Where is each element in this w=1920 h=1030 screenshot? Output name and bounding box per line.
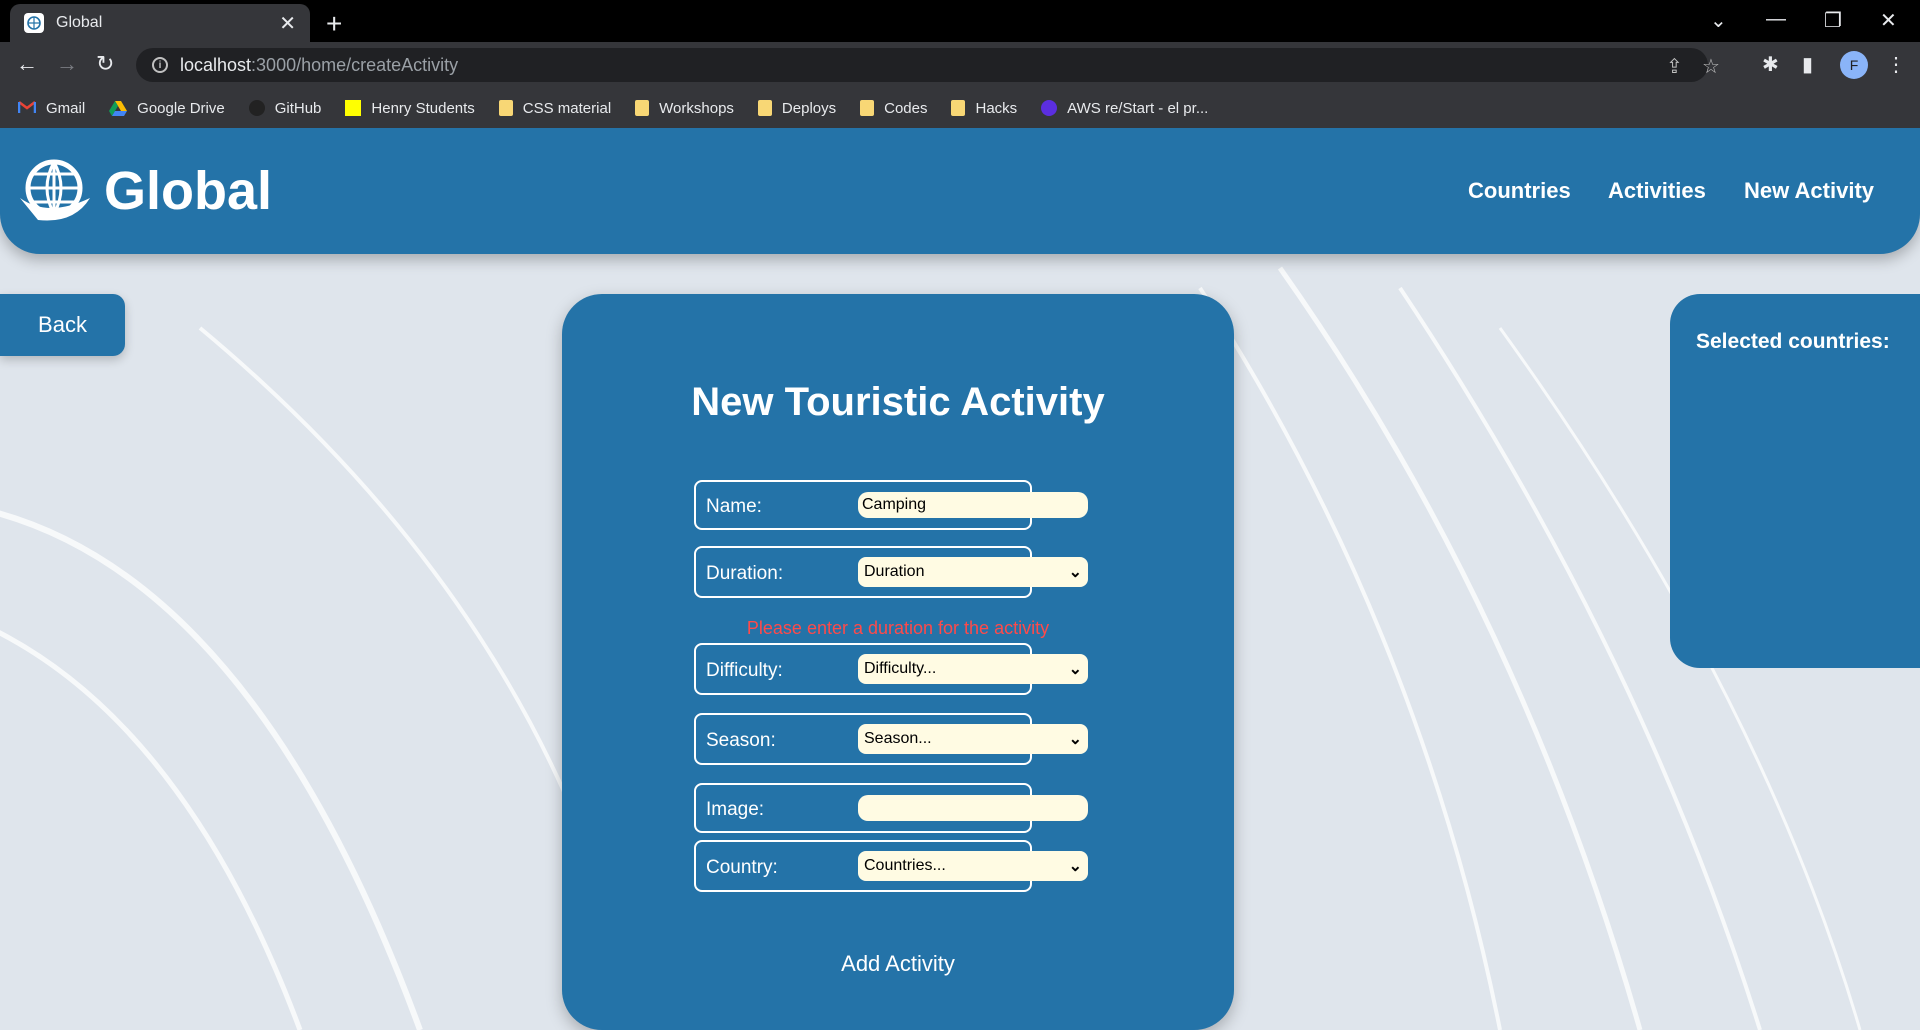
folder-icon [757, 100, 772, 116]
country-select-value: Countries... [864, 857, 946, 874]
henry-icon [345, 100, 362, 116]
star-icon[interactable]: ☆ [1702, 54, 1720, 79]
duration-select[interactable]: Duration ⌄ [858, 557, 1088, 587]
close-tab-icon[interactable]: ✕ [279, 11, 296, 36]
duration-select-value: Duration [864, 563, 925, 580]
bookmark-gmail[interactable]: Gmail [17, 100, 85, 117]
url-host: localhost [180, 54, 252, 75]
difficulty-field: Difficulty: Difficulty... ⌄ [694, 643, 1088, 695]
folder-icon [951, 100, 966, 116]
activity-form-card: New Touristic Activity Name: Camping Dur… [562, 294, 1234, 1030]
name-input[interactable]: Camping [858, 492, 1088, 518]
bookmark-henry-students[interactable]: Henry Students [345, 100, 475, 117]
bookmark-workshops[interactable]: Workshops [635, 100, 734, 117]
difficulty-select[interactable]: Difficulty... ⌄ [858, 654, 1088, 684]
season-select-value: Season... [864, 730, 932, 747]
google-drive-icon [109, 100, 128, 116]
season-label: Season: [706, 730, 776, 751]
tab-title: Global [56, 14, 103, 31]
duration-field: Duration: Duration ⌄ [694, 546, 1088, 598]
country-field: Country: Countries... ⌄ [694, 840, 1088, 892]
tab-search-icon[interactable]: ⌄ [1710, 8, 1727, 33]
nav-countries[interactable]: Countries [1468, 178, 1571, 204]
restore-icon[interactable]: ❐ [1824, 8, 1842, 33]
season-field: Season: Season... ⌄ [694, 713, 1088, 765]
nav-new-activity[interactable]: New Activity [1744, 178, 1874, 204]
globe-favicon-icon [24, 13, 44, 33]
bookmark-aws-restart[interactable]: AWS re/Start - el pr... [1041, 100, 1208, 117]
season-select[interactable]: Season... ⌄ [858, 724, 1088, 754]
add-activity-button[interactable]: Add Activity [798, 944, 998, 984]
page-content: Global Countries Activities New Activity… [0, 128, 1920, 1030]
new-tab-icon[interactable]: + [326, 8, 342, 40]
chevron-down-icon: ⌄ [1068, 858, 1082, 875]
name-field: Name: Camping [694, 480, 1088, 530]
url-path: :3000/home/createActivity [251, 54, 459, 75]
country-select[interactable]: Countries... ⌄ [858, 851, 1088, 881]
aws-icon [1041, 100, 1058, 116]
github-icon [248, 100, 265, 116]
address-bar[interactable]: i localhost:3000/home/createActivity ⇪ ☆ [136, 48, 1720, 82]
nav-activities[interactable]: Activities [1608, 178, 1706, 204]
site-logo-text[interactable]: Global [104, 160, 272, 222]
browser-tab[interactable]: Global ✕ [10, 4, 310, 42]
image-field: Image: [694, 783, 1088, 833]
side-panel-icon[interactable]: ▮ [1802, 52, 1813, 77]
close-window-icon[interactable]: ✕ [1880, 8, 1897, 33]
gmail-icon [17, 100, 37, 116]
chevron-down-icon: ⌄ [1068, 731, 1082, 748]
duration-error-message: Please enter a duration for the activity [746, 618, 1050, 638]
country-label: Country: [706, 857, 778, 878]
image-input[interactable] [858, 795, 1088, 821]
profile-avatar[interactable]: F [1840, 51, 1868, 79]
minimize-icon[interactable]: — [1766, 8, 1786, 31]
folder-icon [498, 100, 513, 116]
bookmark-google-drive[interactable]: Google Drive [109, 100, 225, 117]
reload-icon[interactable]: ↻ [96, 51, 114, 77]
bookmark-hacks[interactable]: Hacks [951, 100, 1017, 117]
chevron-down-icon: ⌄ [1068, 661, 1082, 678]
globe-ship-logo-icon[interactable] [18, 158, 92, 229]
name-label: Name: [706, 496, 762, 517]
site-header: Global Countries Activities New Activity [0, 128, 1920, 254]
folder-icon [635, 100, 650, 116]
forward-arrow-icon[interactable]: → [56, 51, 78, 77]
extensions-icon[interactable]: ✱ [1762, 52, 1779, 77]
back-button[interactable]: Back [0, 294, 125, 356]
site-info-icon[interactable]: i [152, 57, 168, 73]
browser-tab-strip: Global ✕ + ⌄ — ❐ ✕ [0, 0, 1920, 42]
folder-icon [860, 100, 875, 116]
bookmark-css-material[interactable]: CSS material [498, 100, 611, 117]
selected-countries-panel: Selected countries: [1670, 294, 1920, 668]
menu-kebab-icon[interactable]: ⋮ [1886, 52, 1906, 77]
image-label: Image: [706, 799, 765, 820]
bookmarks-bar: Gmail Google Drive GitHub Henry Students… [0, 88, 1920, 128]
back-arrow-icon[interactable]: ← [16, 51, 38, 77]
share-icon[interactable]: ⇪ [1666, 54, 1683, 79]
browser-toolbar: ← → ↻ i localhost:3000/home/createActivi… [0, 42, 1920, 88]
difficulty-label: Difficulty: [706, 660, 783, 681]
bookmark-deploys[interactable]: Deploys [757, 100, 836, 117]
bookmark-github[interactable]: GitHub [248, 100, 321, 117]
duration-label: Duration: [706, 563, 784, 584]
form-title: New Touristic Activity [691, 380, 1105, 424]
chevron-down-icon: ⌄ [1068, 564, 1082, 581]
difficulty-select-value: Difficulty... [864, 660, 937, 677]
bookmark-codes[interactable]: Codes [860, 100, 927, 117]
selected-countries-title: Selected countries: [1696, 330, 1890, 353]
